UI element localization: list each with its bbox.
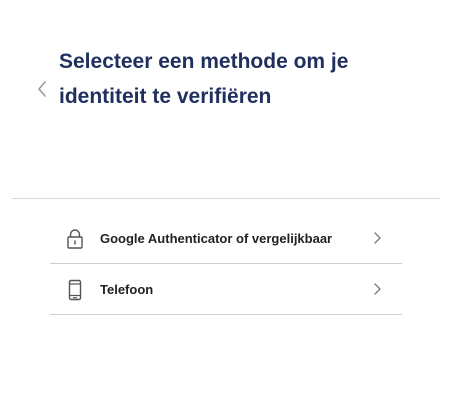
back-button[interactable] bbox=[34, 78, 52, 100]
lock-icon bbox=[65, 228, 85, 250]
page-title-line-1: Selecteer een methode om je bbox=[59, 50, 349, 73]
section-divider bbox=[12, 198, 440, 199]
method-item-phone[interactable]: Telefoon bbox=[50, 264, 402, 315]
page-title-line-2: identiteit te verifiëren bbox=[59, 85, 272, 108]
page-title: Selecteer een methode om je identiteit t… bbox=[59, 44, 439, 114]
chevron-left-icon bbox=[38, 81, 46, 97]
method-list: Google Authenticator of vergelijkbaar Te… bbox=[50, 213, 402, 315]
method-item-authenticator[interactable]: Google Authenticator of vergelijkbaar bbox=[50, 213, 402, 264]
chevron-right-icon bbox=[372, 231, 382, 245]
method-label-authenticator: Google Authenticator of vergelijkbaar bbox=[100, 231, 333, 246]
method-label-phone: Telefoon bbox=[100, 282, 154, 297]
verification-method-page: Selecteer een methode om je identiteit t… bbox=[0, 0, 474, 403]
chevron-right-icon bbox=[372, 282, 382, 296]
mobile-phone-icon bbox=[65, 279, 85, 301]
